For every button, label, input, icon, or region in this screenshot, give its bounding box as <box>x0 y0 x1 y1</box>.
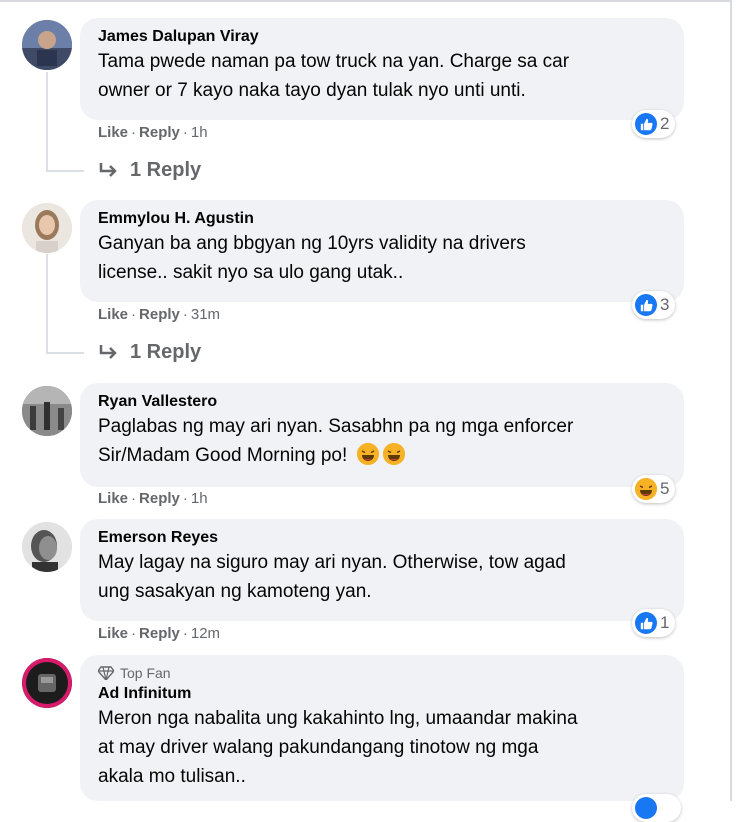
thread-line <box>46 72 48 172</box>
comment-line-text: Sir/Madam Good Morning po! <box>98 445 348 466</box>
reply-button[interactable]: Reply <box>139 625 180 642</box>
comment-actions: Like · Reply · 31m <box>98 306 221 323</box>
reply-arrow-icon <box>99 162 117 177</box>
comment-bubble: Emmylou H. Agustin Ganyan ba ang bbgyan … <box>80 200 684 302</box>
comment-line: ung sasakyan ng kamoteng yan. <box>98 581 372 602</box>
reaction-summary[interactable]: 2 <box>632 110 676 138</box>
comment-bubble: Ryan Vallestero Paglabas ng may ari nyan… <box>80 383 684 487</box>
view-replies-link[interactable]: 1 Reply <box>98 341 201 364</box>
like-icon <box>635 113 657 135</box>
comment-line: Tama pwede naman pa tow truck na yan. Ch… <box>98 51 570 72</box>
commenter-name[interactable]: James Dalupan Viray <box>98 27 666 47</box>
thread-line <box>46 254 48 354</box>
comment-bubble: Top Fan Ad Infinitum Meron nga nabalita … <box>80 655 684 801</box>
reaction-count: 5 <box>660 479 670 498</box>
top-border <box>0 0 730 2</box>
avatar[interactable] <box>22 203 72 253</box>
comment-line: license.. sakit nyo sa ulo gang utak.. <box>98 262 404 283</box>
avatar-photo <box>22 522 72 572</box>
avatar-photo <box>22 386 72 436</box>
comment-line: Meron nga nabalita ung kakahinto lng, um… <box>98 708 578 729</box>
avatar-photo <box>22 203 72 253</box>
avatar[interactable] <box>22 20 72 70</box>
comment-line: May lagay na siguro may ari nyan. Otherw… <box>98 552 566 573</box>
laughing-emoji-icon <box>382 443 405 465</box>
reply-button[interactable]: Reply <box>139 124 180 141</box>
reaction-summary[interactable]: 3 <box>632 291 676 319</box>
comment-text: Meron nga nabalita ung kakahinto lng, um… <box>98 704 666 791</box>
replies-count: 1 Reply <box>130 341 202 363</box>
avatar-photo <box>22 20 72 70</box>
comment-bubble: James Dalupan Viray Tama pwede naman pa … <box>80 18 684 120</box>
badge-label: Top Fan <box>120 665 171 681</box>
avatar[interactable] <box>22 522 72 572</box>
comment-text: Ganyan ba ang bbgyan ng 10yrs validity n… <box>98 229 666 287</box>
thread-connector <box>46 170 84 172</box>
reply-button[interactable]: Reply <box>139 490 180 507</box>
comment-actions: Like · Reply · 1h <box>98 490 208 507</box>
thread-connector <box>46 352 84 354</box>
diamond-icon <box>98 666 114 680</box>
timestamp[interactable]: 31m <box>191 306 220 323</box>
comment-text: Tama pwede naman pa tow truck na yan. Ch… <box>98 47 666 105</box>
avatar[interactable] <box>22 386 72 436</box>
timestamp[interactable]: 1h <box>191 490 208 507</box>
like-button[interactable]: Like <box>98 625 128 642</box>
commenter-name[interactable]: Emerson Reyes <box>98 528 666 548</box>
comment-actions: Like · Reply · 1h <box>98 124 208 141</box>
comment-bubble: Emerson Reyes May lagay na siguro may ar… <box>80 519 684 621</box>
like-icon <box>635 612 657 634</box>
like-button[interactable]: Like <box>98 124 128 141</box>
comment-line: Sir/Madam Good Morning po! <box>98 441 666 470</box>
top-fan-badge: Top Fan <box>98 664 666 682</box>
comment-line: at may driver walang pakundangang tinoto… <box>98 737 539 758</box>
comment-line: Ganyan ba ang bbgyan ng 10yrs validity n… <box>98 233 526 254</box>
timestamp[interactable]: 12m <box>191 625 220 642</box>
comment-line: Paglabas ng may ari nyan. Sasabhn pa ng … <box>98 416 574 437</box>
comment-text: Paglabas ng may ari nyan. Sasabhn pa ng … <box>98 412 666 470</box>
commenter-name[interactable]: Emmylou H. Agustin <box>98 209 666 229</box>
avatar-photo <box>22 658 72 708</box>
comment-text: May lagay na siguro may ari nyan. Otherw… <box>98 548 666 606</box>
replies-count: 1 Reply <box>130 159 202 181</box>
like-button[interactable]: Like <box>98 306 128 323</box>
timestamp[interactable]: 1h <box>191 124 208 141</box>
view-replies-link[interactable]: 1 Reply <box>98 159 201 182</box>
reaction-summary[interactable]: 1 <box>632 609 676 637</box>
reaction-count: 2 <box>660 114 670 133</box>
comment-actions: Like · Reply · 12m <box>98 625 221 642</box>
avatar[interactable] <box>22 658 72 708</box>
reaction-count: 1 <box>660 613 670 632</box>
comment-line: akala mo tulisan.. <box>98 766 246 787</box>
reaction-count: 3 <box>660 295 670 314</box>
laughing-emoji-icon <box>356 443 379 465</box>
haha-icon <box>635 478 657 500</box>
like-icon <box>635 294 657 316</box>
like-icon <box>635 797 657 819</box>
reply-button[interactable]: Reply <box>139 306 180 323</box>
like-button[interactable]: Like <box>98 490 128 507</box>
reaction-summary[interactable]: 5 <box>632 475 676 503</box>
commenter-name[interactable]: Ryan Vallestero <box>98 392 666 412</box>
right-border <box>730 0 732 801</box>
commenter-name[interactable]: Ad Infinitum <box>98 684 666 704</box>
comment-line: owner or 7 kayo naka tayo dyan tulak nyo… <box>98 80 526 101</box>
reaction-summary[interactable] <box>632 794 681 822</box>
reply-arrow-icon <box>99 344 117 359</box>
